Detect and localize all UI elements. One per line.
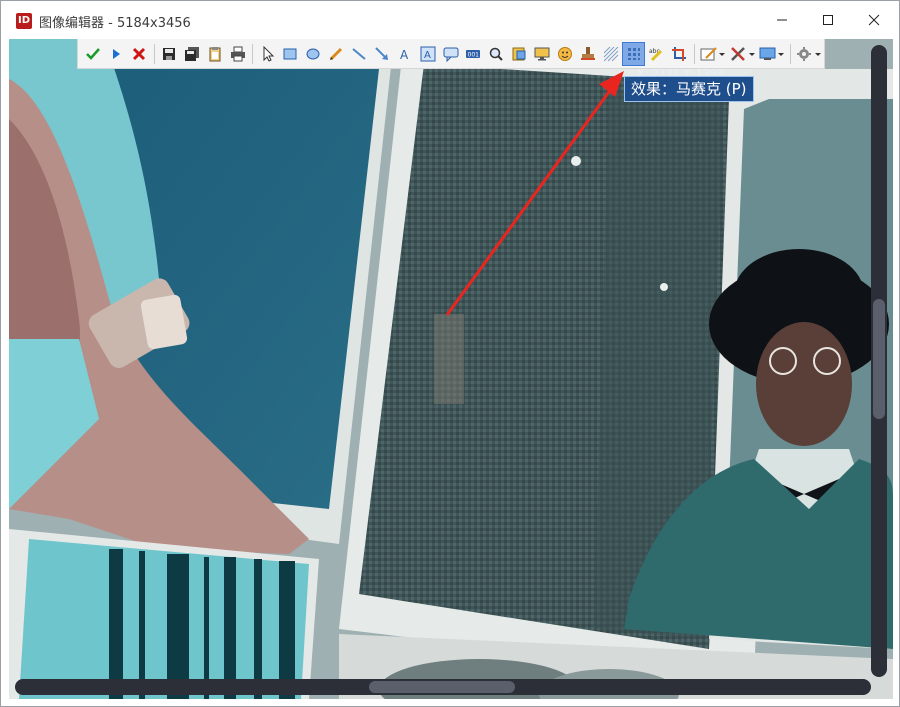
- toolbar-separator: [790, 43, 792, 64]
- save-as-icon: [184, 46, 199, 61]
- toolbar-separator: [252, 43, 254, 64]
- text-icon: A: [400, 48, 409, 62]
- cancel-icon: [133, 47, 146, 60]
- arrow-icon: [375, 46, 388, 60]
- crop-tool-button[interactable]: [668, 42, 691, 66]
- print-button[interactable]: [226, 42, 249, 66]
- svg-text:A: A: [424, 50, 431, 61]
- svg-text:A: A: [400, 48, 409, 62]
- blur-icon: [603, 46, 619, 61]
- maximize-button[interactable]: [805, 1, 851, 39]
- mosaic-tooltip: 效果：马赛克 (P): [624, 76, 754, 102]
- edit-dropdown-button[interactable]: [698, 42, 728, 66]
- editor-toolbar: A A 001 abc: [77, 39, 825, 69]
- screen-capture-button[interactable]: [531, 42, 554, 66]
- horizontal-scrollbar[interactable]: [15, 679, 871, 695]
- upload-button[interactable]: [105, 42, 128, 66]
- monitor-icon: [534, 47, 550, 60]
- tools-dropdown-icon: [730, 46, 755, 61]
- vertical-scrollbar[interactable]: [871, 45, 887, 677]
- line-tool-button[interactable]: [348, 42, 371, 66]
- rectangle-icon: [283, 48, 297, 59]
- rectangle-tool-button[interactable]: [279, 42, 302, 66]
- minimize-button[interactable]: [759, 1, 805, 39]
- emoji-tool-button[interactable]: [554, 42, 577, 66]
- confirm-button[interactable]: [82, 42, 105, 66]
- settings-dropdown-icon: [797, 46, 822, 61]
- arrow-tool-button[interactable]: [371, 42, 394, 66]
- select-cursor-icon: [263, 45, 274, 62]
- text-box-tool-button[interactable]: A: [416, 42, 439, 66]
- display-dropdown-icon: [759, 47, 785, 60]
- copy-to-clipboard-button[interactable]: [203, 42, 226, 66]
- title-bar: ID 图像编辑器 - 5184x3456: [1, 1, 899, 39]
- close-button[interactable]: [851, 1, 897, 39]
- window-title: 图像编辑器 - 5184x3456: [39, 16, 191, 31]
- image-editor-window: ID 图像编辑器 - 5184x3456 A A 001 abc X: 2771…: [0, 0, 900, 707]
- confirm-icon: [86, 47, 101, 60]
- save-button[interactable]: [158, 42, 181, 66]
- stamp-icon: [580, 46, 595, 60]
- clipboard-icon: [209, 46, 221, 61]
- save-as-button[interactable]: [181, 42, 204, 66]
- toolbar-separator: [693, 43, 695, 64]
- image-insert-button[interactable]: [508, 42, 531, 66]
- vertical-scroll-thumb[interactable]: [873, 299, 885, 419]
- image-editor-icon: ID: [16, 13, 32, 29]
- blur-tool-button[interactable]: [599, 42, 622, 66]
- line-icon: [352, 47, 366, 60]
- speech-bubble-icon: [443, 47, 459, 62]
- magnifier-icon: [490, 47, 504, 61]
- text-tool-button[interactable]: A: [393, 42, 416, 66]
- magnifier-tool-button[interactable]: [485, 42, 508, 66]
- play-icon: [113, 48, 121, 59]
- horizontal-scroll-thumb[interactable]: [369, 681, 515, 693]
- maximize-icon: [823, 15, 833, 25]
- speech-bubble-tool-button[interactable]: [439, 42, 462, 66]
- select-tool-button[interactable]: [256, 42, 279, 66]
- save-icon: [163, 47, 176, 60]
- spellcheck-icon: abc: [649, 48, 663, 61]
- mosaic-tool-button[interactable]: [622, 41, 646, 66]
- counter-icon: 001: [466, 49, 481, 58]
- pen-tool-button[interactable]: [325, 42, 348, 66]
- stamp-tool-button[interactable]: [576, 42, 599, 66]
- ellipse-tool-button[interactable]: [302, 42, 325, 66]
- display-dropdown-button[interactable]: [757, 42, 787, 66]
- minimize-icon: [777, 19, 787, 21]
- close-icon: [868, 14, 880, 26]
- print-icon: [230, 46, 245, 61]
- edit-dropdown-icon: [700, 46, 725, 60]
- image-icon: [512, 47, 526, 60]
- settings-dropdown-button[interactable]: [794, 42, 824, 66]
- mosaic-icon: [627, 47, 640, 60]
- crop-icon: [672, 46, 687, 61]
- cancel-button[interactable]: [128, 42, 151, 66]
- text-box-icon: A: [420, 46, 436, 61]
- svg-text:001: 001: [468, 51, 480, 58]
- photo: [9, 39, 893, 699]
- image-canvas[interactable]: [9, 39, 893, 699]
- toolbar-separator: [153, 43, 155, 64]
- emoji-icon: [557, 46, 572, 61]
- spellcheck-button[interactable]: abc: [645, 42, 668, 66]
- ellipse-icon: [306, 48, 320, 59]
- pen-icon: [330, 47, 343, 60]
- tools-dropdown-button[interactable]: [728, 42, 758, 66]
- counter-tool-button[interactable]: 001: [462, 42, 485, 66]
